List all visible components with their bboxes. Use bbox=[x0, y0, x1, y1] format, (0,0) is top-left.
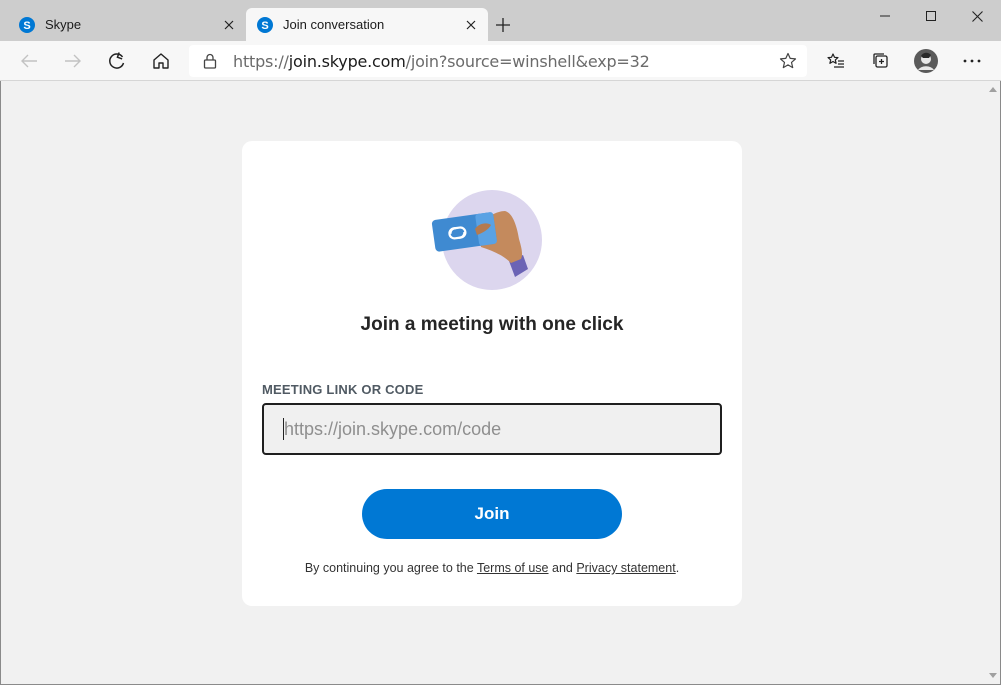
refresh-button[interactable] bbox=[102, 46, 132, 76]
skype-icon: S bbox=[19, 16, 35, 33]
favorite-star-icon[interactable] bbox=[779, 52, 797, 70]
refresh-icon bbox=[109, 52, 125, 69]
hand-holding-link-card-illustration bbox=[431, 190, 542, 290]
home-icon bbox=[153, 53, 169, 69]
favorites-button[interactable] bbox=[821, 46, 851, 76]
plus-icon bbox=[496, 18, 510, 32]
tab-label: Skype bbox=[45, 17, 82, 32]
profile-button[interactable] bbox=[911, 46, 941, 76]
vertical-scrollbar[interactable] bbox=[986, 81, 1000, 684]
meeting-link-input[interactable] bbox=[262, 403, 722, 455]
scroll-down-arrow-icon[interactable] bbox=[989, 673, 997, 678]
url-text[interactable]: https://join.skype.com/join?source=winsh… bbox=[233, 52, 650, 71]
back-button[interactable] bbox=[14, 46, 44, 76]
url-host: join.skype.com bbox=[288, 52, 406, 71]
text-caret bbox=[283, 418, 284, 440]
new-tab-button[interactable] bbox=[490, 12, 516, 38]
back-arrow-icon bbox=[21, 54, 37, 68]
url-path: /join?source=winshell&exp=32 bbox=[405, 52, 650, 71]
legal-suffix-text: . bbox=[675, 561, 680, 575]
close-tab-icon[interactable] bbox=[216, 12, 242, 38]
tab-label: Join conversation bbox=[283, 17, 385, 32]
legal-prefix-text: By continuing you agree to the bbox=[304, 561, 474, 575]
svg-text:S: S bbox=[261, 20, 268, 32]
terms-of-use-link[interactable]: Terms of use bbox=[477, 561, 549, 575]
url-prefix: https:// bbox=[233, 52, 289, 71]
more-dots-icon bbox=[963, 59, 981, 63]
profile-avatar bbox=[914, 49, 938, 73]
lock-icon[interactable] bbox=[203, 53, 217, 69]
more-button[interactable] bbox=[957, 46, 987, 76]
browser-toolbar: https://join.skype.com/join?source=winsh… bbox=[0, 41, 1001, 81]
join-button[interactable]: Join bbox=[362, 489, 622, 539]
legal-notice: By continuing you agree to the Terms of … bbox=[242, 561, 742, 575]
maximize-icon bbox=[926, 11, 936, 21]
tab-join-conversation[interactable]: S Join conversation bbox=[246, 8, 488, 41]
home-button[interactable] bbox=[146, 46, 176, 76]
forward-button[interactable] bbox=[58, 46, 88, 76]
maximize-button[interactable] bbox=[908, 0, 954, 32]
meeting-link-label: MEETING LINK OR CODE bbox=[262, 382, 424, 397]
close-tab-icon[interactable] bbox=[458, 12, 484, 38]
close-icon bbox=[971, 10, 983, 22]
browser-titlebar: S Skype S Join conversation bbox=[0, 0, 1001, 41]
address-bar[interactable]: https://join.skype.com/join?source=winsh… bbox=[189, 45, 807, 77]
privacy-statement-link[interactable]: Privacy statement bbox=[576, 561, 675, 575]
join-meeting-card: Join a meeting with one click MEETING LI… bbox=[242, 141, 742, 606]
minimize-button[interactable] bbox=[862, 0, 908, 32]
minimize-icon bbox=[880, 15, 890, 17]
page-title: Join a meeting with one click bbox=[360, 314, 624, 335]
tab-skype[interactable]: S Skype bbox=[8, 8, 246, 41]
close-window-button[interactable] bbox=[954, 0, 1000, 32]
forward-arrow-icon bbox=[65, 54, 81, 68]
legal-and-text: and bbox=[552, 561, 573, 575]
skype-icon: S bbox=[257, 16, 273, 33]
collections-button[interactable] bbox=[866, 46, 896, 76]
scroll-up-arrow-icon[interactable] bbox=[989, 87, 997, 92]
favorites-list-icon bbox=[827, 53, 844, 68]
svg-text:S: S bbox=[23, 20, 30, 32]
collections-icon bbox=[873, 53, 888, 68]
